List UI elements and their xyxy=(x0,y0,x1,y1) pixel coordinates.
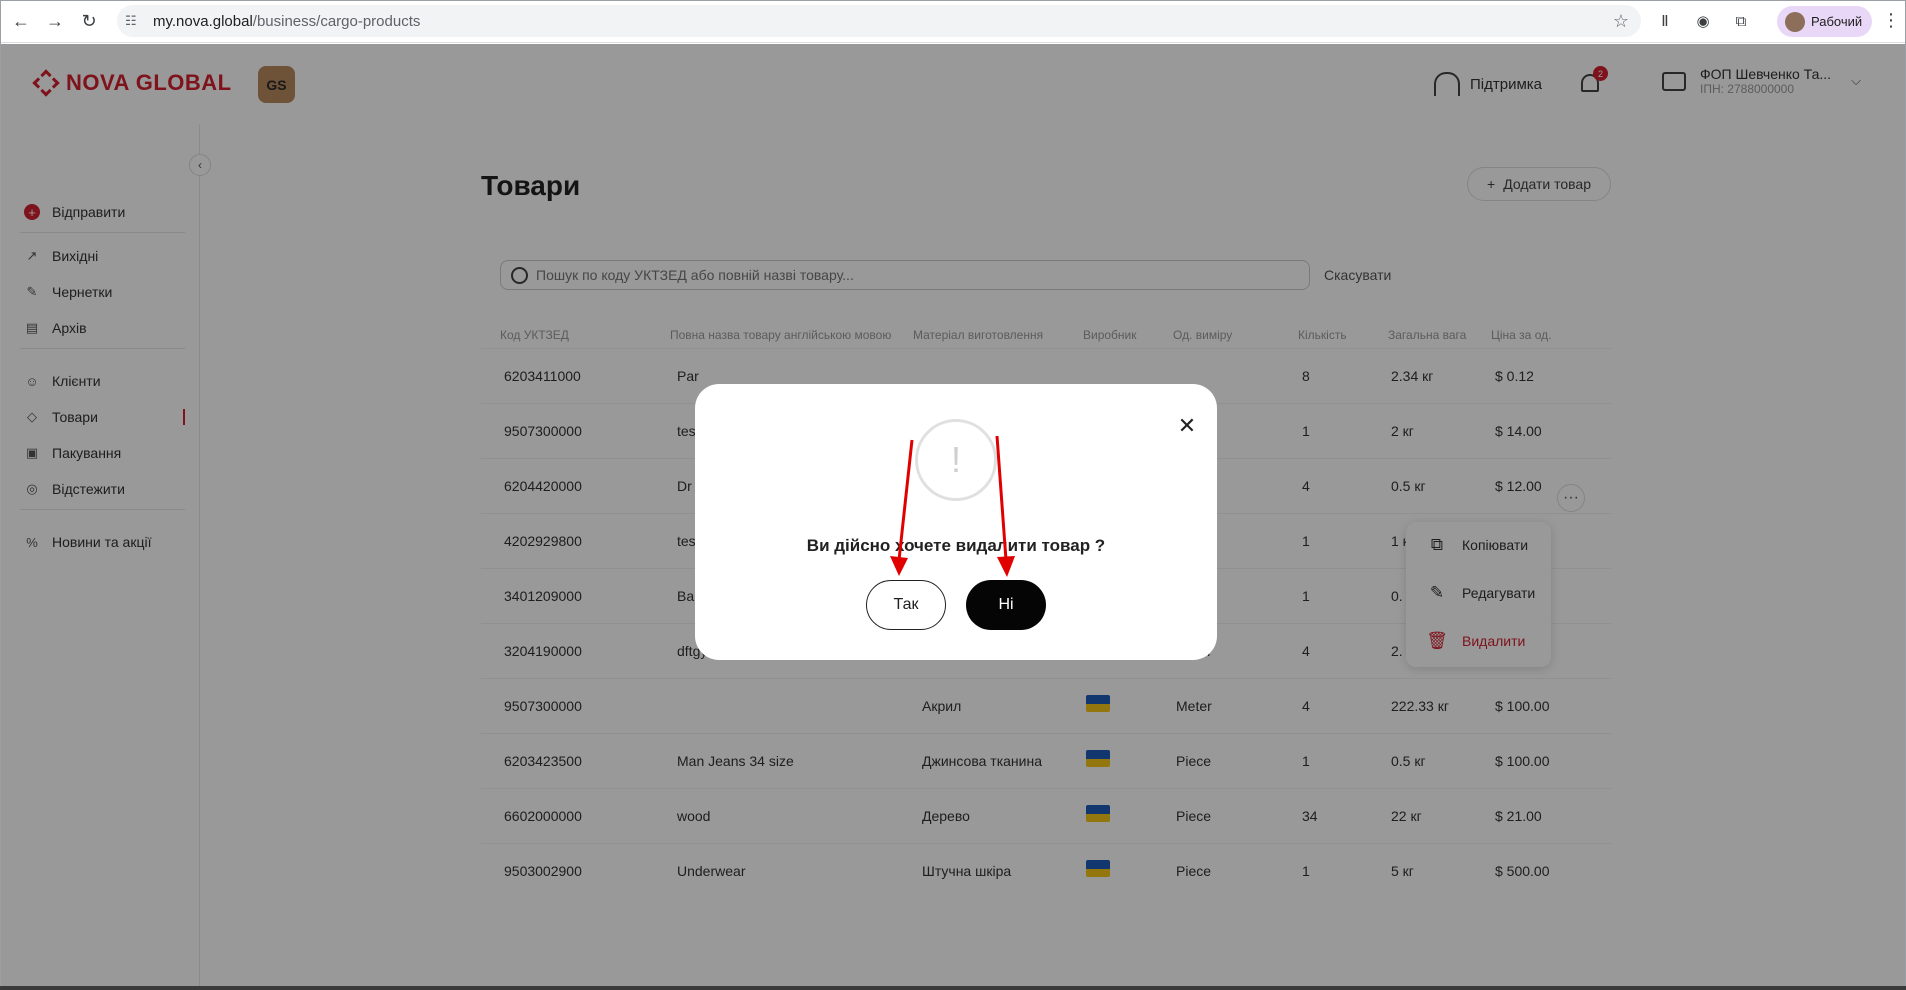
extensions-area: Ⅱ ◉ ⧉ xyxy=(1652,8,1754,34)
confirm-yes-button[interactable]: Так xyxy=(866,580,946,630)
bookmark-star-icon[interactable]: ☆ xyxy=(1613,11,1629,32)
site-settings-icon[interactable]: ☷ xyxy=(125,13,141,29)
forward-icon[interactable]: → xyxy=(40,6,70,36)
puzzle-extensions-icon[interactable]: ⧉ xyxy=(1728,8,1754,34)
browser-menu-icon[interactable]: ⋮ xyxy=(1882,10,1900,31)
profile-avatar xyxy=(1785,11,1805,32)
back-icon[interactable]: ← xyxy=(6,6,36,36)
taskbar-strip xyxy=(0,986,1906,990)
profile-label: Рабочий xyxy=(1811,14,1863,29)
profile-button[interactable]: Рабочий xyxy=(1777,6,1872,37)
close-icon[interactable]: ✕ xyxy=(1175,413,1199,438)
delete-confirm-dialog: ✕ ! Ви дійсно хочете видалити товар ? Та… xyxy=(695,384,1217,660)
translate-extension-icon[interactable]: Ⅱ xyxy=(1652,8,1678,34)
screenshot-extension-icon[interactable]: ◉ xyxy=(1690,8,1716,34)
warning-icon: ! xyxy=(915,419,997,501)
browser-toolbar: ← → ↻ ☷ my.nova.global/business/cargo-pr… xyxy=(0,0,1906,43)
confirm-no-button[interactable]: Ні xyxy=(966,580,1046,630)
dialog-question: Ви дійсно хочете видалити товар ? xyxy=(806,536,1106,555)
address-bar[interactable]: ☷ my.nova.global/business/cargo-products… xyxy=(117,5,1641,37)
url-text[interactable]: my.nova.global/business/cargo-products xyxy=(153,13,420,30)
reload-icon[interactable]: ↻ xyxy=(74,6,104,36)
url-host: my.nova.global xyxy=(153,12,253,30)
url-path: /business/cargo-products xyxy=(252,12,421,30)
